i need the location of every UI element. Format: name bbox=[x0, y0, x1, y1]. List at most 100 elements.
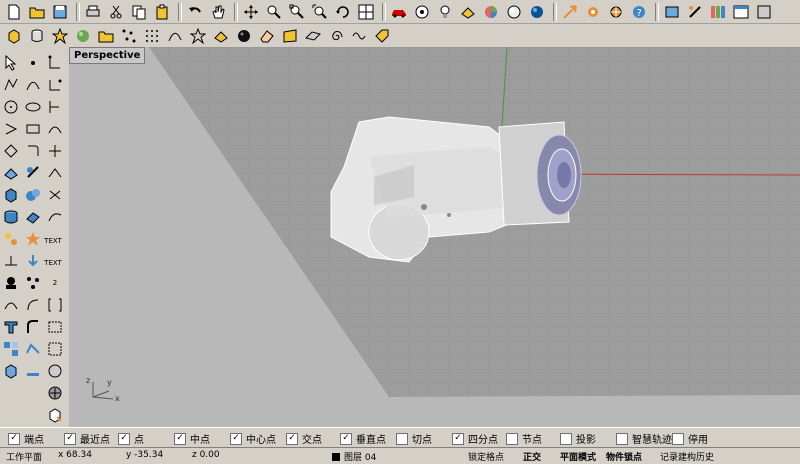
join-icon[interactable] bbox=[46, 164, 64, 182]
car-icon[interactable] bbox=[389, 2, 409, 22]
osnap-checkbox[interactable]: ✓ bbox=[118, 432, 130, 445]
osnap-option[interactable]: ✓ 点 bbox=[118, 431, 144, 446]
arrow-icon[interactable] bbox=[560, 2, 580, 22]
four-viewports-icon[interactable] bbox=[356, 2, 376, 22]
pan-tool-icon[interactable] bbox=[46, 340, 64, 358]
panel-icon[interactable] bbox=[280, 26, 300, 46]
osnap-checkbox[interactable]: ✓ bbox=[8, 432, 20, 445]
cube-icon[interactable] bbox=[4, 26, 24, 46]
osnap-option[interactable]: ✓ 中点 bbox=[174, 431, 210, 446]
copy-icon[interactable] bbox=[129, 2, 149, 22]
circle-icon[interactable] bbox=[2, 98, 20, 116]
polyline-icon[interactable] bbox=[2, 76, 20, 94]
record-history-toggle[interactable]: 记录建构历史 bbox=[660, 450, 714, 463]
tag-icon[interactable] bbox=[372, 26, 392, 46]
spiral-icon[interactable] bbox=[326, 26, 346, 46]
osnap-option[interactable]: 切点 bbox=[396, 431, 432, 446]
solid-box-icon[interactable] bbox=[2, 186, 20, 204]
color-wheel-icon[interactable] bbox=[481, 2, 501, 22]
text-object-tool[interactable]: TEXT bbox=[44, 254, 62, 272]
extrude-icon[interactable] bbox=[24, 164, 42, 182]
osnap-option[interactable]: ✓ 最近点 bbox=[64, 431, 110, 446]
grid-snap-toggle[interactable]: 锁定格点 bbox=[468, 450, 504, 463]
cut-icon[interactable] bbox=[106, 2, 126, 22]
osnap-checkbox[interactable] bbox=[396, 432, 408, 445]
tools-icon[interactable] bbox=[685, 2, 705, 22]
open-folder-icon[interactable] bbox=[27, 2, 47, 22]
point-cloud-icon[interactable] bbox=[46, 54, 64, 72]
gear-icon[interactable] bbox=[583, 2, 603, 22]
offset-icon[interactable] bbox=[46, 120, 64, 138]
dimension-icon[interactable] bbox=[2, 252, 20, 270]
move-icon[interactable] bbox=[241, 2, 261, 22]
paste-icon[interactable] bbox=[152, 2, 172, 22]
solid-spheres-icon[interactable] bbox=[24, 186, 42, 204]
point-grid-icon[interactable] bbox=[142, 26, 162, 46]
osnap-checkbox[interactable] bbox=[506, 432, 518, 445]
blend-icon[interactable] bbox=[46, 208, 64, 226]
osnap-checkbox[interactable]: ✓ bbox=[174, 432, 186, 445]
box-outline-icon[interactable] bbox=[46, 318, 64, 336]
rgb-icon[interactable] bbox=[708, 2, 728, 22]
zoom-extents-icon[interactable] bbox=[310, 2, 330, 22]
perspective-viewport[interactable]: Perspective z y x bbox=[69, 47, 800, 427]
options-icon[interactable] bbox=[606, 2, 626, 22]
point-icon[interactable] bbox=[24, 54, 42, 72]
osnap-toggle[interactable]: 物件锁点 bbox=[606, 450, 642, 463]
shade-icon[interactable] bbox=[211, 26, 231, 46]
eraser-icon[interactable] bbox=[257, 26, 277, 46]
ellipse-icon[interactable] bbox=[24, 98, 42, 116]
lightbulb-icon[interactable] bbox=[435, 2, 455, 22]
polygon-icon[interactable] bbox=[2, 142, 20, 160]
cylinder-icon[interactable] bbox=[27, 26, 47, 46]
scatter-dots-icon[interactable] bbox=[24, 274, 42, 292]
pan-hand-icon[interactable] bbox=[208, 2, 228, 22]
sphere-icon[interactable] bbox=[73, 26, 93, 46]
star-icon[interactable] bbox=[50, 26, 70, 46]
rotate-view-icon[interactable] bbox=[333, 2, 353, 22]
array-icon[interactable]: 2 bbox=[46, 274, 64, 292]
curve-tool-icon[interactable] bbox=[2, 296, 20, 314]
osnap-checkbox[interactable]: ✓ bbox=[230, 432, 242, 445]
layer-icon[interactable] bbox=[662, 2, 682, 22]
print-icon[interactable] bbox=[83, 2, 103, 22]
arrow-down-icon[interactable] bbox=[24, 252, 42, 270]
undo-icon[interactable] bbox=[185, 2, 205, 22]
render-sphere-icon[interactable] bbox=[504, 2, 524, 22]
group-icon[interactable] bbox=[2, 274, 20, 292]
explode-icon[interactable] bbox=[24, 230, 42, 248]
mesh-icon[interactable] bbox=[24, 208, 42, 226]
line-segments-icon[interactable] bbox=[46, 76, 64, 94]
osnap-checkbox[interactable]: ✓ bbox=[64, 432, 76, 445]
pipe-icon[interactable] bbox=[24, 318, 42, 336]
osnap-option[interactable]: ✓ 垂直点 bbox=[340, 431, 386, 446]
target-icon[interactable] bbox=[412, 2, 432, 22]
black-sphere-icon[interactable] bbox=[234, 26, 254, 46]
star2-icon[interactable] bbox=[188, 26, 208, 46]
scatter-icon[interactable] bbox=[119, 26, 139, 46]
curve-icon[interactable] bbox=[165, 26, 185, 46]
revolve-icon[interactable] bbox=[46, 186, 64, 204]
arc-icon[interactable] bbox=[2, 120, 20, 138]
bracket-icon[interactable] bbox=[46, 296, 64, 314]
blue-sphere-icon[interactable] bbox=[527, 2, 547, 22]
hatch-pattern-icon[interactable] bbox=[46, 384, 64, 402]
cylinder-icon[interactable] bbox=[2, 208, 20, 226]
osnap-checkbox[interactable]: ✓ bbox=[286, 432, 298, 445]
osnap-checkbox[interactable] bbox=[616, 432, 628, 445]
viewport-title[interactable]: Perspective bbox=[69, 47, 146, 64]
save-icon[interactable] bbox=[50, 2, 70, 22]
shade-icon[interactable] bbox=[458, 2, 478, 22]
freeform-icon[interactable] bbox=[46, 98, 64, 116]
zoom-icon[interactable] bbox=[264, 2, 284, 22]
rectangle-icon[interactable] bbox=[24, 120, 42, 138]
t-beam-icon[interactable] bbox=[2, 318, 20, 336]
select-arrow-icon[interactable] bbox=[2, 54, 20, 72]
osnap-option[interactable]: ✓ 四分点 bbox=[452, 431, 498, 446]
osnap-option[interactable]: 停用 bbox=[672, 431, 708, 446]
arc-tool-icon[interactable] bbox=[24, 296, 42, 314]
planar-toggle[interactable]: 平面模式 bbox=[560, 450, 596, 463]
window-icon[interactable] bbox=[731, 2, 751, 22]
render-cube-icon[interactable] bbox=[2, 362, 20, 380]
osnap-option[interactable]: 投影 bbox=[560, 431, 596, 446]
